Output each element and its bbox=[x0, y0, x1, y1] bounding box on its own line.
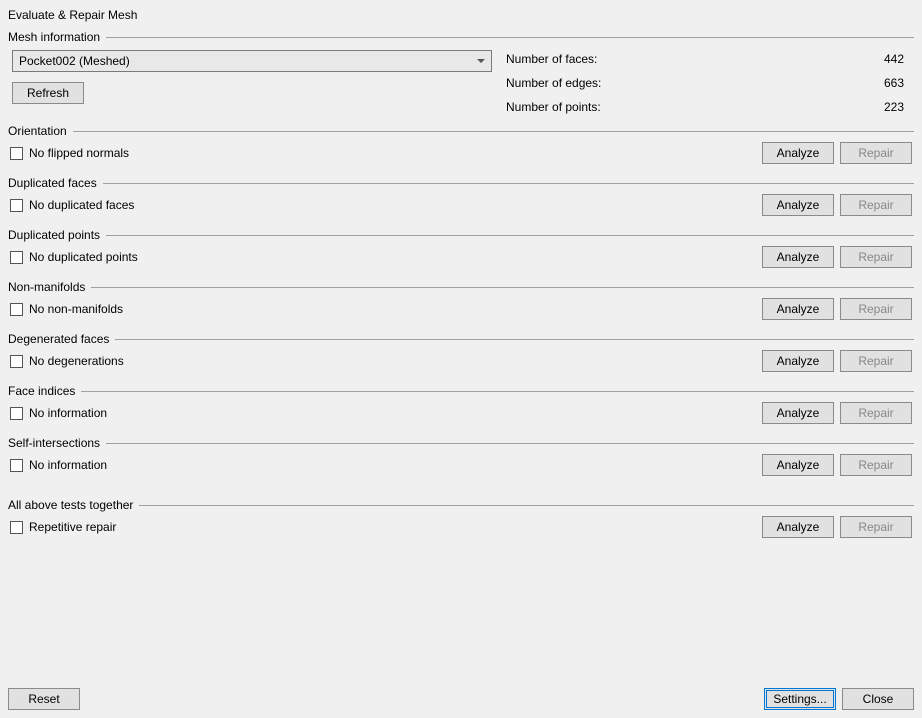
points-value: 223 bbox=[884, 100, 904, 114]
face-indices-repair-button: Repair bbox=[840, 402, 912, 424]
duplicated-points-group: Duplicated points No duplicated points A… bbox=[8, 228, 914, 274]
divider bbox=[106, 443, 914, 444]
divider bbox=[106, 37, 914, 38]
repetitive-repair-checkbox[interactable]: Repetitive repair bbox=[10, 520, 116, 534]
mesh-select[interactable]: Pocket002 (Meshed) bbox=[12, 50, 492, 72]
checkbox-icon bbox=[10, 355, 23, 368]
settings-button[interactable]: Settings... bbox=[764, 688, 836, 710]
all-tests-repair-button: Repair bbox=[840, 516, 912, 538]
face-indices-checkbox[interactable]: No information bbox=[10, 406, 107, 420]
face-indices-checkbox-label: No information bbox=[29, 406, 107, 420]
self-intersections-repair-button: Repair bbox=[840, 454, 912, 476]
non-manifolds-checkbox[interactable]: No non-manifolds bbox=[10, 302, 123, 316]
checkbox-icon bbox=[10, 407, 23, 420]
degenerated-faces-repair-button: Repair bbox=[840, 350, 912, 372]
degenerated-faces-checkbox-label: No degenerations bbox=[29, 354, 124, 368]
self-intersections-checkbox-label: No information bbox=[29, 458, 107, 472]
chevron-down-icon bbox=[477, 59, 485, 63]
duplicated-points-repair-button: Repair bbox=[840, 246, 912, 268]
duplicated-faces-group: Duplicated faces No duplicated faces Ana… bbox=[8, 176, 914, 222]
divider bbox=[106, 235, 914, 236]
dialog-footer: Reset Settings... Close bbox=[8, 688, 914, 710]
orientation-analyze-button[interactable]: Analyze bbox=[762, 142, 834, 164]
degenerated-faces-legend: Degenerated faces bbox=[8, 332, 109, 346]
edges-label: Number of edges: bbox=[506, 76, 601, 90]
divider bbox=[115, 339, 914, 340]
non-manifolds-repair-button: Repair bbox=[840, 298, 912, 320]
face-indices-analyze-button[interactable]: Analyze bbox=[762, 402, 834, 424]
duplicated-faces-checkbox[interactable]: No duplicated faces bbox=[10, 198, 134, 212]
self-intersections-checkbox[interactable]: No information bbox=[10, 458, 107, 472]
degenerated-faces-group: Degenerated faces No degenerations Analy… bbox=[8, 332, 914, 378]
orientation-checkbox[interactable]: No flipped normals bbox=[10, 146, 129, 160]
mesh-information-group: Mesh information Pocket002 (Meshed) Refr… bbox=[8, 30, 914, 118]
duplicated-faces-legend: Duplicated faces bbox=[8, 176, 97, 190]
divider bbox=[103, 183, 914, 184]
all-tests-group: All above tests together Repetitive repa… bbox=[8, 498, 914, 544]
divider bbox=[91, 287, 914, 288]
orientation-group: Orientation No flipped normals Analyze R… bbox=[8, 124, 914, 170]
checkbox-icon bbox=[10, 459, 23, 472]
faces-label: Number of faces: bbox=[506, 52, 597, 66]
repetitive-repair-label: Repetitive repair bbox=[29, 520, 116, 534]
duplicated-faces-repair-button: Repair bbox=[840, 194, 912, 216]
checkbox-icon bbox=[10, 147, 23, 160]
degenerated-faces-analyze-button[interactable]: Analyze bbox=[762, 350, 834, 372]
divider bbox=[81, 391, 914, 392]
evaluate-repair-mesh-dialog: Evaluate & Repair Mesh Mesh information … bbox=[0, 0, 922, 718]
self-intersections-analyze-button[interactable]: Analyze bbox=[762, 454, 834, 476]
face-indices-legend: Face indices bbox=[8, 384, 75, 398]
non-manifolds-checkbox-label: No non-manifolds bbox=[29, 302, 123, 316]
orientation-checkbox-label: No flipped normals bbox=[29, 146, 129, 160]
duplicated-faces-analyze-button[interactable]: Analyze bbox=[762, 194, 834, 216]
divider bbox=[73, 131, 914, 132]
refresh-button[interactable]: Refresh bbox=[12, 82, 84, 104]
checkbox-icon bbox=[10, 199, 23, 212]
reset-button[interactable]: Reset bbox=[8, 688, 80, 710]
orientation-legend: Orientation bbox=[8, 124, 67, 138]
self-intersections-legend: Self-intersections bbox=[8, 436, 100, 450]
checkbox-icon bbox=[10, 521, 23, 534]
non-manifolds-group: Non-manifolds No non-manifolds Analyze R… bbox=[8, 280, 914, 326]
checkbox-icon bbox=[10, 251, 23, 264]
degenerated-faces-checkbox[interactable]: No degenerations bbox=[10, 354, 124, 368]
non-manifolds-analyze-button[interactable]: Analyze bbox=[762, 298, 834, 320]
orientation-repair-button: Repair bbox=[840, 142, 912, 164]
faces-value: 442 bbox=[884, 52, 904, 66]
duplicated-points-checkbox[interactable]: No duplicated points bbox=[10, 250, 138, 264]
self-intersections-group: Self-intersections No information Analyz… bbox=[8, 436, 914, 482]
non-manifolds-legend: Non-manifolds bbox=[8, 280, 85, 294]
mesh-select-value: Pocket002 (Meshed) bbox=[19, 54, 130, 68]
divider bbox=[139, 505, 914, 506]
duplicated-points-legend: Duplicated points bbox=[8, 228, 100, 242]
duplicated-points-analyze-button[interactable]: Analyze bbox=[762, 246, 834, 268]
dialog-title: Evaluate & Repair Mesh bbox=[8, 6, 914, 30]
all-tests-legend: All above tests together bbox=[8, 498, 133, 512]
duplicated-points-checkbox-label: No duplicated points bbox=[29, 250, 138, 264]
all-tests-analyze-button[interactable]: Analyze bbox=[762, 516, 834, 538]
mesh-information-legend: Mesh information bbox=[8, 30, 100, 44]
close-button[interactable]: Close bbox=[842, 688, 914, 710]
duplicated-faces-checkbox-label: No duplicated faces bbox=[29, 198, 134, 212]
edges-value: 663 bbox=[884, 76, 904, 90]
face-indices-group: Face indices No information Analyze Repa… bbox=[8, 384, 914, 430]
points-label: Number of points: bbox=[506, 100, 601, 114]
checkbox-icon bbox=[10, 303, 23, 316]
